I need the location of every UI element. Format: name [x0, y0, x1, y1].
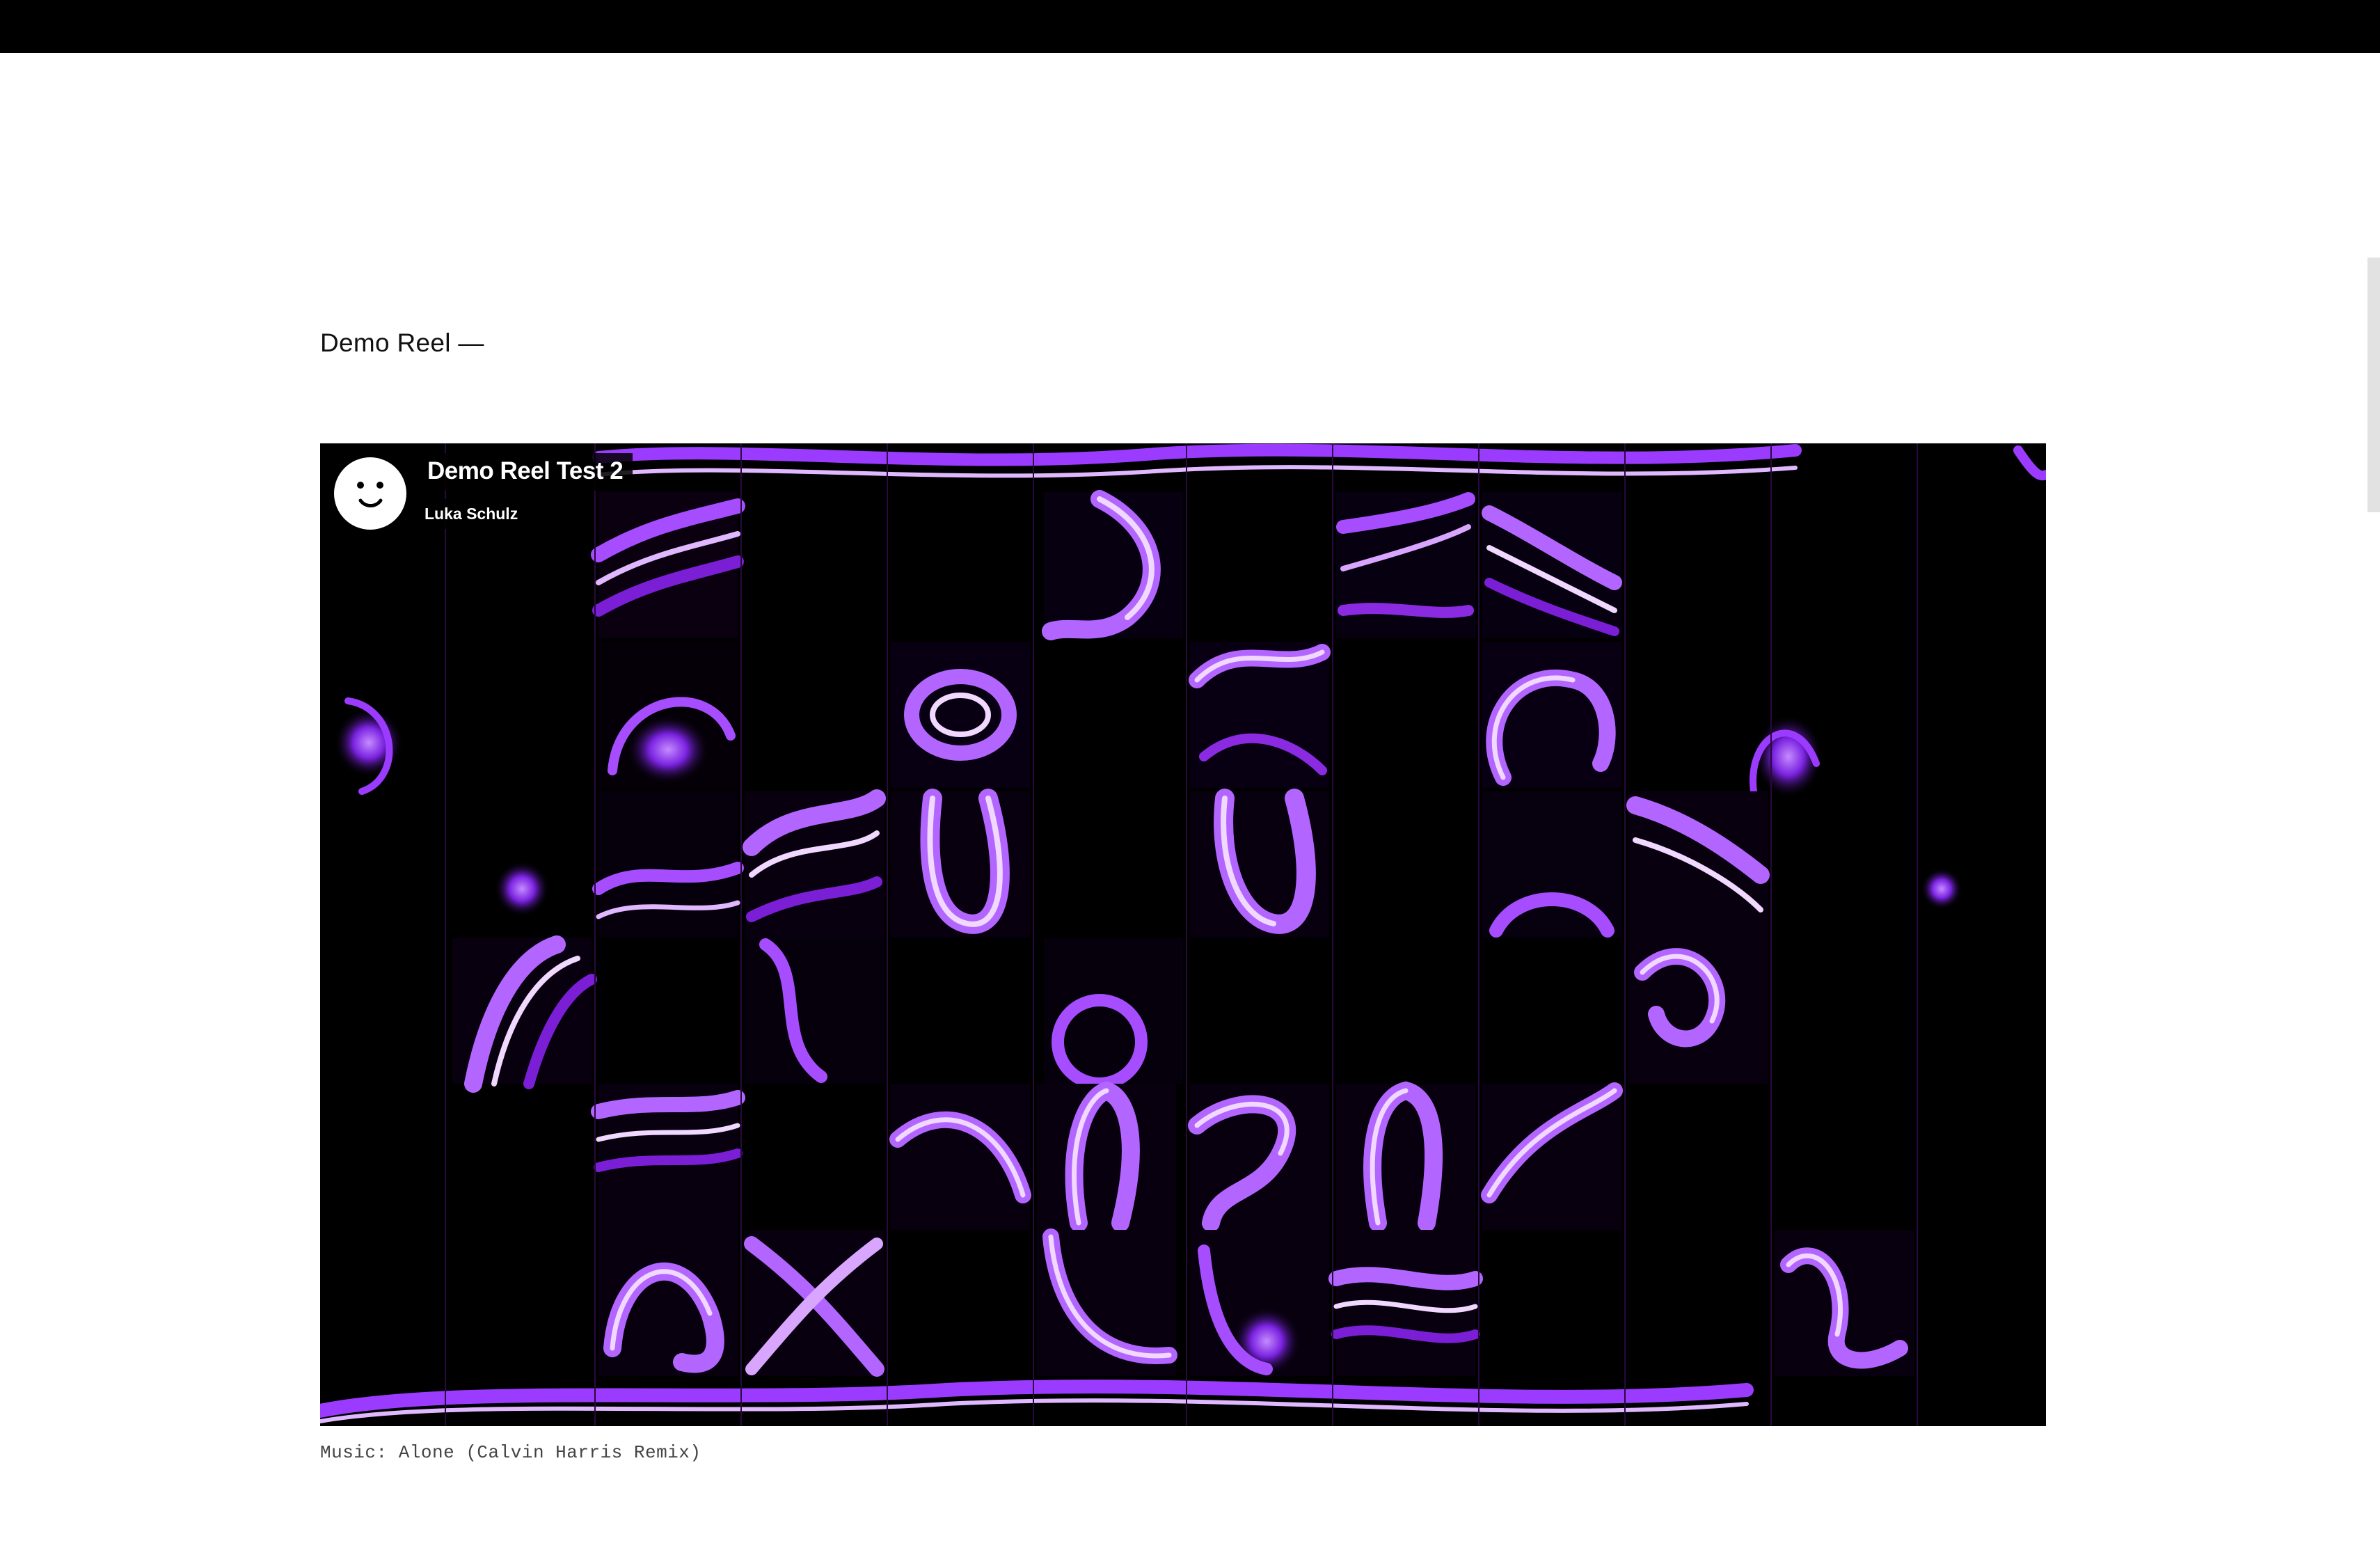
section-title: Demo Reel —	[320, 329, 484, 357]
scrollbar[interactable]	[2367, 258, 2380, 512]
top-bar	[0, 0, 2380, 53]
video-caption: Music: Alone (Calvin Harris Remix)	[320, 1442, 701, 1463]
video-author[interactable]: Luka Schulz	[415, 499, 528, 529]
smiley-face-icon	[357, 482, 383, 507]
avatar[interactable]	[334, 457, 406, 530]
video-player[interactable]: Demo Reel Test 2 Luka Schulz	[320, 443, 2046, 1426]
video-title[interactable]: Demo Reel Test 2	[418, 453, 633, 491]
video-frame-artwork	[320, 443, 2046, 1426]
